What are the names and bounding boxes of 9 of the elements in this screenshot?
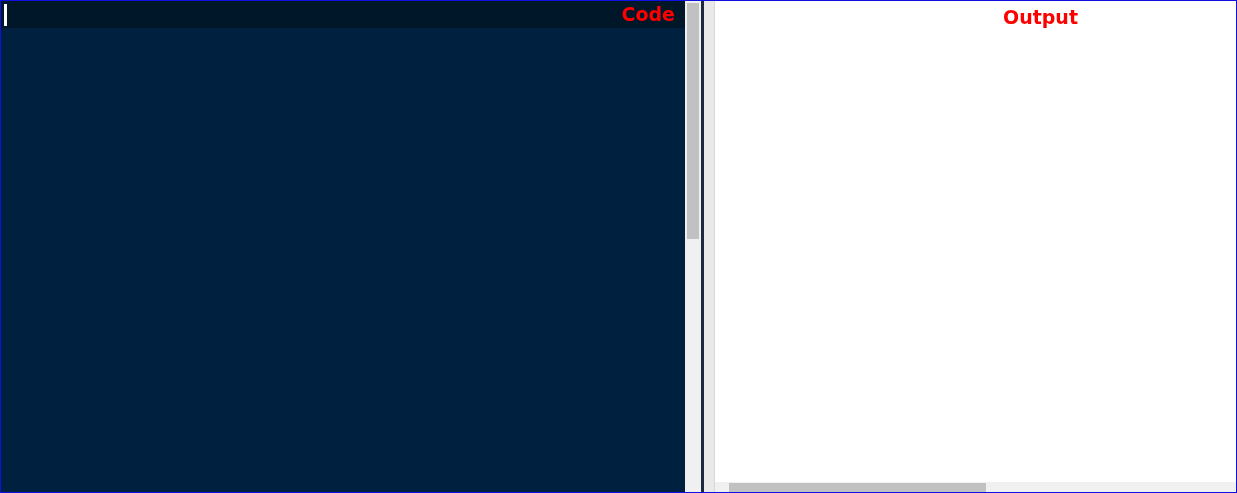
text-cursor: [4, 3, 7, 26]
pane-label: Output: [1003, 6, 1078, 28]
splitter[interactable]: [701, 1, 715, 492]
code-editor[interactable]: Code: [1, 1, 685, 492]
pane-label: Code: [621, 5, 675, 24]
scrollbar-thumb[interactable]: [687, 3, 699, 239]
vertical-scrollbar[interactable]: [685, 1, 701, 492]
horizontal-scrollbar[interactable]: [715, 482, 1236, 492]
scrollbar-thumb[interactable]: [729, 482, 986, 492]
